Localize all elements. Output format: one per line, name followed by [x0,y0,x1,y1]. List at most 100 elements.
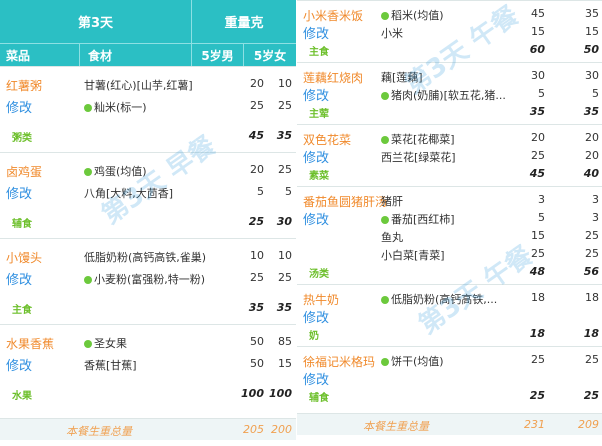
weight-male: 50 [250,335,264,348]
col-ingredient: 食材 [80,44,192,66]
weight-female: 3 [592,193,599,206]
ingredient: 八角[大料,大茴香] [84,185,224,201]
ingredient: 低脂奶粉(高钙高铁,雀巢) [84,249,224,265]
weight-male: 15 [531,25,545,38]
ingredient-name: 西兰花[绿菜花] [381,151,456,164]
total-female: 40 [583,167,599,180]
dish-block: 小米香米饭 修改 稻米(均值) 45 35 小米 15 15 主食 60 50 [297,0,602,62]
dish-block: 双色花菜 修改 菜花[花椰菜] 20 20 西兰花[绿菜花] 25 20 素菜 45 40 [297,124,602,186]
dish-name: 番茄鱼圆猪肝汤 [303,195,388,209]
dish-name: 小米香米饭 [303,9,364,23]
total-female: 100 [269,387,292,400]
edit-link[interactable]: 修改 [6,97,32,116]
meal-total-label: 本餐生重总量 [66,425,132,438]
meal-total-male: 231 [524,418,545,431]
ingredient-name: 饼干(均值) [391,355,444,368]
dish-category: 主食 [309,47,329,58]
ingredient-name: 低脂奶粉(高钙高铁,雀巢) [84,251,207,264]
weight-male: 3 [538,193,545,206]
dish-category: 奶 [309,331,319,342]
ingredient-name: 籼米(标一) [94,101,147,114]
edit-link[interactable]: 修改 [303,23,329,42]
green-dot-icon [381,12,389,20]
total-male: 25 [248,215,264,228]
total-female: 25 [583,389,599,402]
weight-female: 5 [285,185,292,198]
ingredient: 香蕉[甘蕉] [84,357,224,373]
meal-total-label: 本餐生重总量 [363,420,429,433]
edit-link[interactable]: 修改 [6,355,32,374]
green-dot-icon [381,136,389,144]
col-female: 5岁女 [253,48,287,63]
ingredient: 稻米(均值) [381,7,511,23]
ingredient-name: 低脂奶粉(高钙高铁,... [391,293,498,306]
weight-male: 5 [257,185,264,198]
weight-female: 15 [278,357,292,370]
edit-link[interactable]: 修改 [303,307,329,326]
dish-name: 卤鸡蛋 [6,165,43,179]
edit-link[interactable]: 修改 [303,369,329,388]
edit-link[interactable]: 修改 [303,209,329,228]
weight-male: 45 [531,7,545,20]
total-male: 45 [529,167,545,180]
ingredient: 小白菜[青菜] [381,247,511,263]
weight-female: 18 [585,291,599,304]
weight-female: 20 [585,149,599,162]
col-male: 5岁男 [192,44,244,66]
weight-female: 10 [278,249,292,262]
weight-female: 35 [585,7,599,20]
weight-male: 5 [538,211,545,224]
dish-category: 汤类 [309,269,329,280]
ingredient: 菜花[花椰菜] [381,131,511,147]
ingredient: 小米 [381,25,511,41]
ingredient-name: 番茄[西红柿] [391,213,455,226]
ingredient: 圣女果 [84,335,224,351]
weight-female: 15 [585,25,599,38]
weight-female: 25 [585,353,599,366]
edit-link[interactable]: 修改 [6,269,32,288]
dish-category: 主食 [12,305,32,316]
green-dot-icon [381,92,389,100]
green-dot-icon [84,104,92,112]
green-dot-icon [381,216,389,224]
total-male: 18 [529,327,545,340]
weight-male: 25 [531,149,545,162]
dish-block: 莲藕红烧肉 修改 藕[莲藕] 30 30 猪肉(奶脯)[软五花,猪... 5 5 主荤 35 35 [297,62,602,124]
dish-category: 素菜 [309,171,329,182]
dish-block: 徐福记米格玛 修改 饼干(均值) 25 25 辅食 25 25 [297,346,602,408]
dish-category: 辅食 [309,393,329,404]
meal-total-female: 200 [271,423,292,436]
lunch-panel: 小米香米饭 修改 稻米(均值) 45 35 小米 15 15 主食 60 50 莲藕红烧肉 修改 藕[莲藕… [297,0,602,446]
dish-block: 热牛奶 修改 低脂奶粉(高钙高铁,... 18 18 奶 18 18 [297,284,602,346]
edit-link[interactable]: 修改 [303,147,329,166]
dish-block: 水果香蕉 修改 圣女果 50 85 香蕉[甘蕉] 50 15 水果 100 100 [0,324,296,410]
meal-total-female: 209 [578,418,599,431]
ingredient-name: 菜花[花椰菜] [391,133,455,146]
dish-name: 徐福记米格玛 [303,355,376,369]
total-male: 100 [241,387,264,400]
ingredient-name: 鸡蛋(均值) [94,165,147,178]
weight-female: 20 [585,131,599,144]
dish-name: 红薯粥 [6,79,43,93]
ingredient: 番茄[西红柿] [381,211,511,227]
ingredient: 西兰花[绿菜花] [381,149,511,165]
dish-name: 莲藕红烧肉 [303,71,364,85]
weight-female: 10 [278,77,292,90]
dish-block: 卤鸡蛋 修改 鸡蛋(均值) 20 25 八角[大料,大茴香] 5 5 辅食 25 30 [0,152,296,238]
weight-male: 18 [531,291,545,304]
ingredient-name: 小米 [381,27,403,40]
edit-link[interactable]: 修改 [303,85,329,104]
edit-link[interactable]: 修改 [6,183,32,202]
breakfast-panel: 第3天 重量克 菜品 食材 5岁男 5岁女 红薯粥 修改 甘薯(红心)[山芋,红薯]… [0,0,296,446]
weight-male: 15 [531,229,545,242]
weight-female: 25 [278,99,292,112]
day-title: 第3天 [0,0,192,43]
weight-female: 3 [592,211,599,224]
total-female: 35 [276,301,292,314]
weight-male: 25 [250,271,264,284]
ingredient-name: 稻米(均值) [391,9,444,22]
weight-male: 20 [531,131,545,144]
total-male: 45 [248,129,264,142]
ingredient-name: 香蕉[甘蕉] [84,359,137,372]
dish-category: 水果 [12,391,32,402]
